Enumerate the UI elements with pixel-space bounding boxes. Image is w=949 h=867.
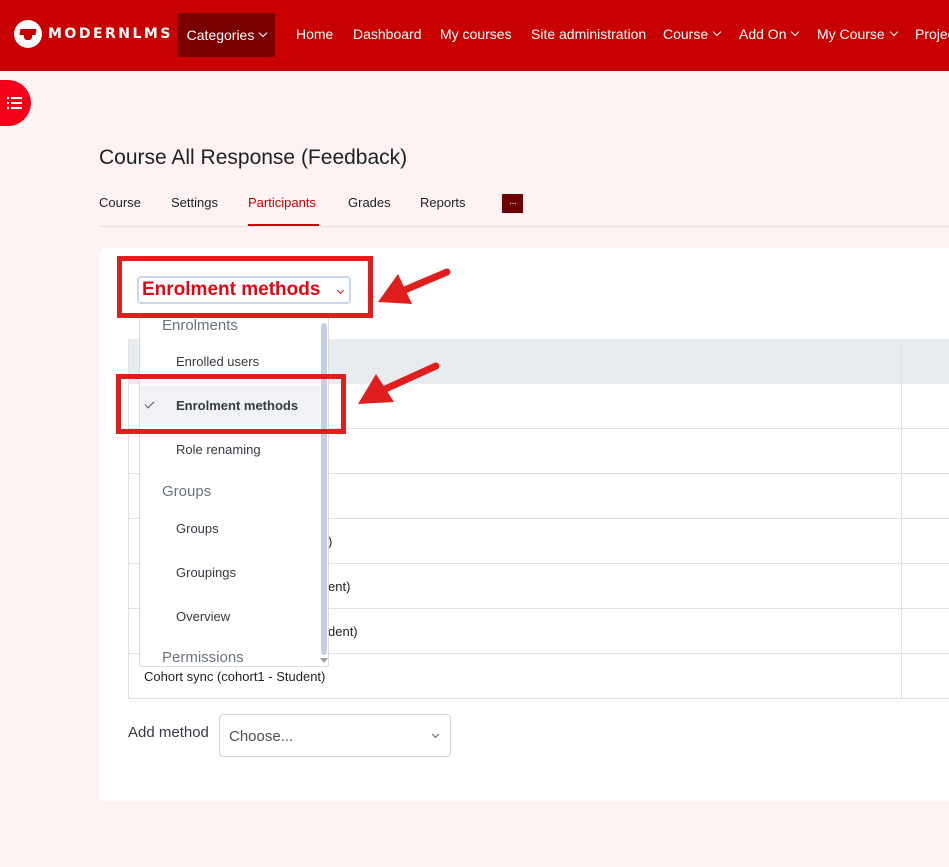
chevron-down-icon [889,27,898,37]
nav-home[interactable]: Home [296,26,333,42]
tabs-divider [99,226,949,227]
nav-my-course-menu[interactable]: My Course [817,26,898,42]
tab-settings[interactable]: Settings [171,195,218,210]
dropdown-item-overview[interactable]: Overview [176,609,230,624]
dropdown-group-enrolments: Enrolments [162,317,238,334]
nav-site-admin-label: Site administration [531,26,647,42]
chevron-down-icon [712,27,722,37]
nav-home-label: Home [296,26,334,42]
dropdown-item-enrolled-users[interactable]: Enrolled users [176,354,259,369]
add-method-select-value: Choose... [229,728,294,745]
nav-dashboard-label: Dashboard [353,26,422,42]
site-logo[interactable]: MODERNLMS [14,20,173,48]
chevron-down-icon [259,28,268,38]
categories-label: Categories [186,27,255,43]
top-navbar: MODERNLMS Categories Home Dashboard My c… [0,0,949,71]
dropdown-group-permissions: Permissions [162,649,244,666]
categories-menu-button[interactable]: Categories [178,13,275,57]
table-cell-name: dent) [328,624,358,639]
nav-dashboard[interactable]: Dashboard [353,26,422,42]
annotation-highlight-box [116,374,346,434]
tab-reports[interactable]: Reports [420,195,466,210]
table-cell-name: Cohort sync (cohort1 - Student) [144,669,326,684]
dropdown-item-groupings[interactable]: Groupings [176,565,236,580]
tab-grades[interactable]: Grades [348,195,391,210]
dropdown-item-groups[interactable]: Groups [176,521,219,536]
nav-site-administration[interactable]: Site administration [531,26,646,42]
nav-course-label: Course [663,26,709,42]
nav-my-courses-label: My courses [440,26,512,42]
nav-projects-label: Projec [915,26,949,42]
chevron-down-icon [431,730,440,739]
table-column-divider [901,339,902,699]
nav-add-on-menu[interactable]: Add On [739,26,800,42]
nav-add-on-label: Add On [739,26,787,42]
page-title: Course All Response (Feedback) [99,146,408,169]
nav-projects[interactable]: Projec [915,26,949,42]
selector-dropdown-list: Enrolments Enrolled users Enrolment meth… [139,316,329,667]
table-cell-name: ent) [328,579,351,594]
dropdown-item-role-renaming[interactable]: Role renaming [176,442,261,457]
nav-my-courses[interactable]: My courses [440,26,512,42]
nav-my-course-label: My Course [817,26,885,42]
tab-course[interactable]: Course [99,195,141,210]
dropdown-scrollbar-thumb[interactable] [321,323,327,655]
more-tabs-button[interactable]: ··· [502,194,523,213]
logo-text: MODERNLMS [48,26,173,42]
tab-participants[interactable]: Participants [248,195,316,210]
add-method-label: Add method [128,724,209,741]
annotation-highlight-box [117,256,373,318]
scroll-down-arrow-icon[interactable] [320,658,328,663]
dropdown-group-groups: Groups [162,483,212,500]
course-index-toggle[interactable] [0,80,31,126]
add-method-select[interactable]: Choose... [219,714,451,757]
chevron-down-icon [791,27,800,37]
nav-course-menu[interactable]: Course [663,26,722,42]
list-icon [6,96,23,110]
graduation-cap-icon [14,20,42,48]
